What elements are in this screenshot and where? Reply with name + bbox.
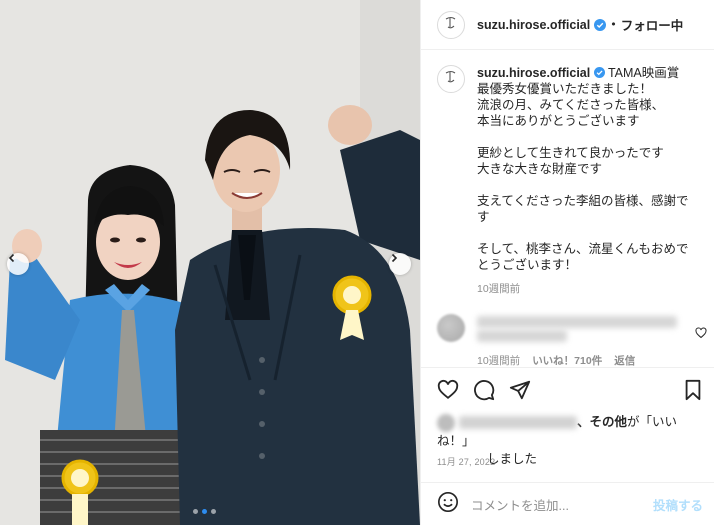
caption-line: 本当にありがとうございます <box>477 114 640 128</box>
carousel-dot-active <box>202 509 207 514</box>
profile-avatar[interactable] <box>437 10 465 39</box>
comment-meta: 10週間前 いいね！710件 返信 <box>477 353 635 367</box>
commenter-avatar-blurred[interactable] <box>437 314 465 342</box>
carousel-dot <box>193 509 198 514</box>
caption-line: TAMA映画賞 <box>607 66 680 80</box>
caption-line <box>477 129 692 145</box>
signature-logo-icon <box>442 68 460 90</box>
following-button[interactable]: フォロー中 <box>621 15 684 34</box>
caption-line: 支えてくださった李組の皆様、感謝で <box>477 194 689 208</box>
caption-line <box>477 177 692 193</box>
verified-badge-icon <box>594 18 607 31</box>
signature-logo-icon <box>442 14 460 36</box>
photo-illustration <box>0 0 420 525</box>
liker-avatar-blurred[interactable] <box>437 413 455 432</box>
caption-line: 流浪の月、みてくださった皆様、 <box>477 98 665 112</box>
post-date[interactable]: 11月 27, 2022 <box>437 455 495 468</box>
comment-like-count[interactable]: いいね！710件 <box>532 353 602 367</box>
likes-others-link[interactable]: 、その他 <box>577 415 627 429</box>
carousel-prev-button[interactable] <box>7 253 29 275</box>
caption-line: 最優秀女優賞いただきました！ <box>477 82 653 96</box>
carousel-dot <box>211 509 216 514</box>
comment-input[interactable]: コメントを追加... <box>471 495 653 514</box>
comment-bubble-icon[interactable] <box>473 379 495 401</box>
liker-name-blurred[interactable] <box>459 416 577 430</box>
post-header: suzu.hirose.official • フォロー中 <box>421 0 714 50</box>
comment-like-heart-icon[interactable] <box>695 324 707 343</box>
verified-badge-icon <box>593 66 605 80</box>
caption-line: 大きな大きな財産です <box>477 162 603 176</box>
caption-line: 更紗として生きれて良かったです <box>477 146 664 160</box>
comment-item <box>437 314 707 343</box>
bookmark-icon[interactable] <box>683 379 703 401</box>
action-bar <box>421 367 714 411</box>
caption-line: suzu.hirose.official TAMA映画賞 <box>477 65 692 81</box>
caption-line: そして、桃李さん、流星くんもおめで <box>477 242 689 256</box>
blurred-line <box>477 330 567 342</box>
caption: suzu.hirose.official TAMA映画賞 最優秀女優賞いただきま… <box>421 51 714 273</box>
caption-username[interactable]: suzu.hirose.official <box>477 66 590 80</box>
caption-line: とうございます！ <box>477 258 578 272</box>
post-photo[interactable] <box>0 0 420 525</box>
caption-text: suzu.hirose.official TAMA映画賞 最優秀女優賞いただきま… <box>477 65 692 273</box>
add-comment-bar: コメントを追加... 投稿する <box>421 482 714 525</box>
caption-line: す <box>477 210 490 224</box>
comment-text-blurred <box>477 314 689 342</box>
caption-avatar[interactable] <box>437 65 465 93</box>
post-sidebar: suzu.hirose.official • フォロー中 suzu.hirose… <box>420 0 714 525</box>
paper-plane-icon[interactable] <box>509 379 531 401</box>
carousel-indicator <box>193 509 216 514</box>
comment-time-ago: 10週間前 <box>477 355 521 367</box>
header-username[interactable]: suzu.hirose.official <box>477 18 590 32</box>
caption-line <box>477 225 692 241</box>
comment-reply-button[interactable]: 返信 <box>614 353 635 367</box>
post-comment-button[interactable]: 投稿する <box>653 495 703 514</box>
comments-scroll-area[interactable]: suzu.hirose.official TAMA映画賞 最優秀女優賞いただきま… <box>421 51 714 367</box>
heart-icon[interactable] <box>437 379 459 401</box>
carousel-next-button[interactable] <box>389 253 411 275</box>
caption-time-ago: 10週間前 <box>477 283 521 295</box>
header-separator: • <box>610 18 617 31</box>
smiley-icon[interactable] <box>437 491 459 517</box>
blurred-line <box>477 316 677 328</box>
